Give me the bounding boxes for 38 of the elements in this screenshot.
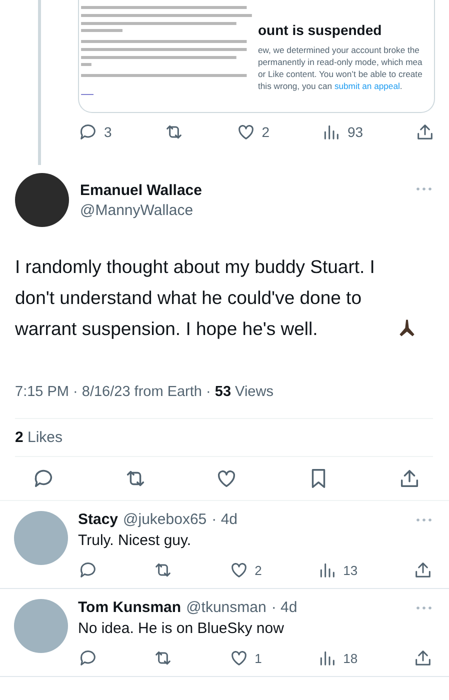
suspension-text: this wrong, you can submit an appeal. (258, 80, 404, 92)
tweet-text: I randomly thought about my buddy Stuart. I don't understand what he could've done to warrant suspension. I hope he's well. (15, 255, 376, 341)
speech-bubble-icon[interactable] (78, 648, 98, 668)
speech-bubble-icon[interactable] (78, 122, 98, 142)
heart-icon[interactable] (228, 560, 249, 580)
suspended-heading: ount is suspended (258, 22, 383, 38)
share-icon[interactable] (412, 648, 433, 668)
speech-bubble-icon[interactable] (32, 467, 55, 490)
action-count: 2 (262, 124, 270, 140)
share-icon[interactable] (414, 122, 435, 142)
user-name[interactable]: Tom Kunsman (78, 599, 182, 616)
action-count: 2 (254, 562, 262, 578)
likes-count[interactable]: 2 Likes (15, 429, 63, 446)
share-icon[interactable] (412, 560, 433, 580)
reply-text: Truly. Nicest guy. (78, 532, 192, 549)
user-handle[interactable]: @MannyWallace (80, 202, 415, 218)
action-count: 1 (254, 650, 262, 666)
suspension-text: permanently in read-only mode, which mea (258, 56, 422, 68)
heart-icon[interactable] (228, 648, 249, 668)
reply-text: No idea. He is on BlueSky now (78, 620, 285, 637)
user-handle[interactable]: @tkunsman (186, 599, 266, 616)
speech-bubble-icon[interactable] (78, 560, 98, 580)
suspension-text: or Like content. You won’t be able to create (258, 68, 422, 80)
embedded-image[interactable]: ount is suspended ew, we determined your account broke the permanently in read-only mode, which mea or Like content. You won’t be able to create this wrong, you can submit an appeal. (78, 0, 435, 113)
reply-time: · 4d (271, 599, 298, 616)
suspension-text: ew, we determined your account broke the (258, 44, 420, 56)
share-icon[interactable] (398, 467, 421, 490)
action-count: 13 (343, 562, 358, 578)
user-name[interactable]: Stacy (78, 511, 118, 528)
reply-time: · 4d (212, 511, 238, 528)
avatar[interactable] (15, 173, 69, 227)
heart-icon[interactable] (236, 122, 256, 142)
user-handle[interactable]: @jukebox65 (123, 511, 207, 528)
user-name[interactable]: Emanuel Wallace (80, 182, 415, 198)
tweet-metadata: 7:15 PM · 8/16/23 from Earth · 53 Views (15, 384, 274, 400)
action-count: 18 (343, 650, 358, 666)
action-count: 93 (347, 124, 364, 140)
action-count: 3 (104, 124, 112, 140)
